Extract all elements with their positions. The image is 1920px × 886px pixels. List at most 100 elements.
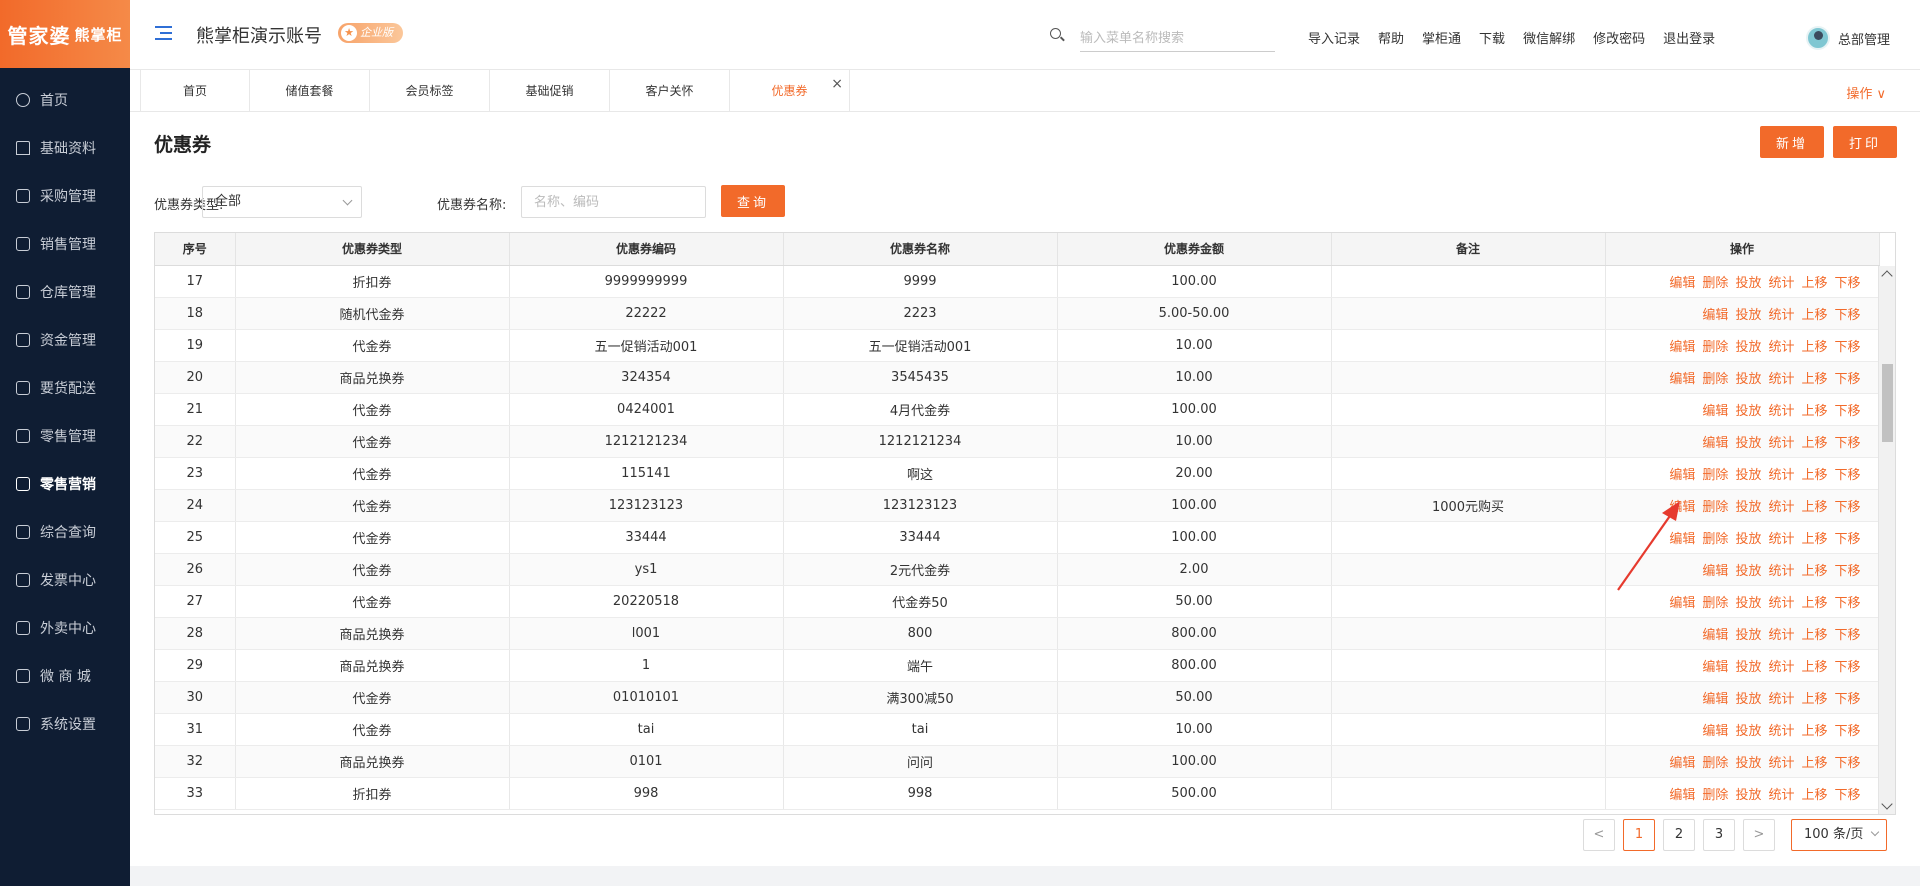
sidebar-item-2[interactable]: 采购管理 <box>0 172 130 220</box>
move-up-link[interactable]: 上移 <box>1801 500 1827 515</box>
move-up-link[interactable]: 上移 <box>1801 308 1827 323</box>
move-up-link[interactable]: 上移 <box>1801 468 1827 483</box>
distribute-link[interactable]: 投放 <box>1735 564 1761 579</box>
move-down-link[interactable]: 下移 <box>1834 532 1860 547</box>
move-down-link[interactable]: 下移 <box>1834 436 1860 451</box>
edit-link[interactable]: 编辑 <box>1669 756 1695 771</box>
sidebar-item-12[interactable]: 微 商 城 <box>0 652 130 700</box>
stats-link[interactable]: 统计 <box>1768 596 1794 611</box>
page-button-2[interactable]: 2 <box>1663 819 1695 851</box>
move-up-link[interactable]: 上移 <box>1801 564 1827 579</box>
edit-link[interactable]: 编辑 <box>1702 724 1728 739</box>
move-down-link[interactable]: 下移 <box>1834 660 1860 675</box>
header-link-2[interactable]: 掌柜通 <box>1422 28 1461 47</box>
distribute-link[interactable]: 投放 <box>1735 692 1761 707</box>
edit-link[interactable]: 编辑 <box>1702 692 1728 707</box>
move-up-link[interactable]: 上移 <box>1801 756 1827 771</box>
delete-link[interactable]: 删除 <box>1702 756 1728 771</box>
edit-link[interactable]: 编辑 <box>1702 564 1728 579</box>
edit-link[interactable]: 编辑 <box>1702 660 1728 675</box>
move-down-link[interactable]: 下移 <box>1834 340 1860 355</box>
scroll-up-icon[interactable] <box>1881 270 1893 282</box>
move-up-link[interactable]: 上移 <box>1801 372 1827 387</box>
move-down-link[interactable]: 下移 <box>1834 468 1860 483</box>
edit-link[interactable]: 编辑 <box>1669 372 1695 387</box>
sidebar-item-7[interactable]: 零售管理 <box>0 412 130 460</box>
edit-link[interactable]: 编辑 <box>1702 308 1728 323</box>
move-up-link[interactable]: 上移 <box>1801 660 1827 675</box>
edit-link[interactable]: 编辑 <box>1669 500 1695 515</box>
header-link-5[interactable]: 修改密码 <box>1593 28 1645 47</box>
header-link-6[interactable]: 退出登录 <box>1663 28 1715 47</box>
prev-page-button[interactable]: < <box>1583 819 1615 851</box>
move-down-link[interactable]: 下移 <box>1834 628 1860 643</box>
distribute-link[interactable]: 投放 <box>1735 436 1761 451</box>
distribute-link[interactable]: 投放 <box>1735 628 1761 643</box>
stats-link[interactable]: 统计 <box>1768 468 1794 483</box>
stats-link[interactable]: 统计 <box>1768 788 1794 803</box>
delete-link[interactable]: 删除 <box>1702 500 1728 515</box>
menu-search-input[interactable] <box>1080 26 1275 52</box>
stats-link[interactable]: 统计 <box>1768 756 1794 771</box>
move-up-link[interactable]: 上移 <box>1801 692 1827 707</box>
delete-link[interactable]: 删除 <box>1702 532 1728 547</box>
move-down-link[interactable]: 下移 <box>1834 564 1860 579</box>
edit-link[interactable]: 编辑 <box>1702 404 1728 419</box>
stats-link[interactable]: 统计 <box>1768 660 1794 675</box>
distribute-link[interactable]: 投放 <box>1735 340 1761 355</box>
distribute-link[interactable]: 投放 <box>1735 308 1761 323</box>
move-up-link[interactable]: 上移 <box>1801 404 1827 419</box>
delete-link[interactable]: 删除 <box>1702 788 1728 803</box>
tab-1[interactable]: 储值套餐 <box>250 70 370 112</box>
move-down-link[interactable]: 下移 <box>1834 276 1860 291</box>
distribute-link[interactable]: 投放 <box>1735 468 1761 483</box>
move-down-link[interactable]: 下移 <box>1834 692 1860 707</box>
distribute-link[interactable]: 投放 <box>1735 372 1761 387</box>
move-down-link[interactable]: 下移 <box>1834 756 1860 771</box>
sidebar-item-3[interactable]: 销售管理 <box>0 220 130 268</box>
stats-link[interactable]: 统计 <box>1768 308 1794 323</box>
sidebar-item-11[interactable]: 外卖中心 <box>0 604 130 652</box>
tab-operations-dropdown[interactable]: 操作 ∨ <box>1846 83 1886 102</box>
sidebar-item-0[interactable]: 首页 <box>0 76 130 124</box>
edit-link[interactable]: 编辑 <box>1669 596 1695 611</box>
page-button-3[interactable]: 3 <box>1703 819 1735 851</box>
distribute-link[interactable]: 投放 <box>1735 788 1761 803</box>
stats-link[interactable]: 统计 <box>1768 340 1794 355</box>
stats-link[interactable]: 统计 <box>1768 628 1794 643</box>
delete-link[interactable]: 删除 <box>1702 340 1728 355</box>
edit-link[interactable]: 编辑 <box>1669 532 1695 547</box>
stats-link[interactable]: 统计 <box>1768 532 1794 547</box>
close-icon[interactable]: × <box>831 63 843 105</box>
scroll-thumb[interactable] <box>1882 364 1893 442</box>
delete-link[interactable]: 删除 <box>1702 276 1728 291</box>
sidebar-item-5[interactable]: 资金管理 <box>0 316 130 364</box>
move-down-link[interactable]: 下移 <box>1834 724 1860 739</box>
sidebar-item-8[interactable]: 零售营销 <box>0 460 130 508</box>
edit-link[interactable]: 编辑 <box>1669 276 1695 291</box>
edit-link[interactable]: 编辑 <box>1669 468 1695 483</box>
distribute-link[interactable]: 投放 <box>1735 756 1761 771</box>
stats-link[interactable]: 统计 <box>1768 564 1794 579</box>
stats-link[interactable]: 统计 <box>1768 276 1794 291</box>
header-link-4[interactable]: 微信解绑 <box>1523 28 1575 47</box>
stats-link[interactable]: 统计 <box>1768 436 1794 451</box>
distribute-link[interactable]: 投放 <box>1735 276 1761 291</box>
user-name[interactable]: 总部管理 <box>1838 29 1890 48</box>
distribute-link[interactable]: 投放 <box>1735 724 1761 739</box>
edit-link[interactable]: 编辑 <box>1669 788 1695 803</box>
tab-4[interactable]: 客户关怀 <box>610 70 730 112</box>
stats-link[interactable]: 统计 <box>1768 500 1794 515</box>
page-button-1[interactable]: 1 <box>1623 819 1655 851</box>
tab-5[interactable]: 优惠券 × <box>730 70 850 112</box>
move-down-link[interactable]: 下移 <box>1834 372 1860 387</box>
header-link-3[interactable]: 下载 <box>1479 28 1505 47</box>
stats-link[interactable]: 统计 <box>1768 372 1794 387</box>
coupon-type-select[interactable]: 全部 <box>202 186 362 218</box>
print-button[interactable]: 打印 <box>1833 126 1897 158</box>
move-up-link[interactable]: 上移 <box>1801 340 1827 355</box>
stats-link[interactable]: 统计 <box>1768 404 1794 419</box>
stats-link[interactable]: 统计 <box>1768 692 1794 707</box>
move-up-link[interactable]: 上移 <box>1801 788 1827 803</box>
page-size-select[interactable]: 100 条/页 <box>1791 819 1887 851</box>
